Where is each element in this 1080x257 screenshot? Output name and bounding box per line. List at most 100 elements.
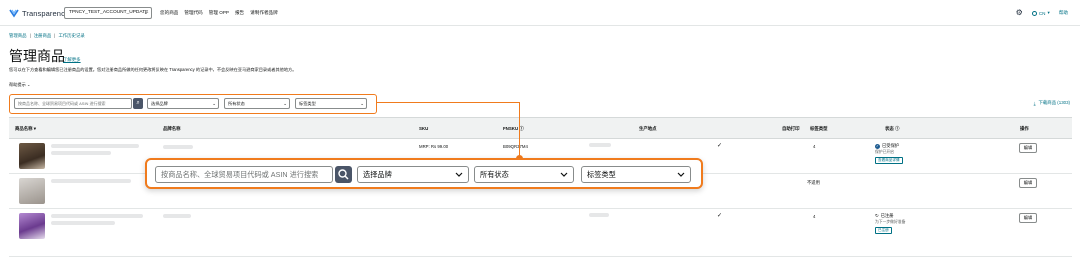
top-nav: 您的商品 管理代码 管理 OPP 报告 请制作者品牌 bbox=[160, 10, 278, 16]
status-select[interactable]: 所有状态 ⌄ bbox=[224, 98, 290, 109]
product-image[interactable] bbox=[19, 143, 45, 169]
location-redacted bbox=[589, 213, 609, 217]
column-status: 状态 ⓘ bbox=[885, 126, 899, 132]
self-print-check: ✓ bbox=[717, 143, 723, 149]
search-button[interactable] bbox=[335, 166, 352, 183]
brand-redacted bbox=[163, 214, 191, 218]
label-type-select-value: 标签类型 bbox=[587, 170, 616, 179]
transparency-logo-icon bbox=[9, 9, 19, 18]
column-label-type: 标签类型 bbox=[810, 126, 828, 131]
chevron-down-icon: ▾ bbox=[1047, 10, 1050, 15]
nav-manage-codes[interactable]: 管理代码 bbox=[184, 10, 202, 16]
nav-brand-request[interactable]: 请制作者品牌 bbox=[250, 10, 278, 16]
search-icon bbox=[338, 169, 349, 180]
column-sku: SKU bbox=[419, 126, 429, 131]
top-right-tools: ⚙ CN ▾ 帮助 bbox=[1016, 9, 1068, 17]
search-input[interactable]: 按商品名称、全球贸易项目代码或 ASIN 进行搜索 bbox=[155, 166, 333, 183]
brand-select-value: 选择品牌 bbox=[151, 101, 168, 106]
search-icon: ⌕ bbox=[136, 100, 140, 106]
chevron-down-icon bbox=[560, 172, 568, 177]
label-type-select[interactable]: 标签类型 ⌄ bbox=[295, 98, 367, 109]
status-select-value: 所有状态 bbox=[480, 170, 509, 179]
edit-button[interactable]: 编辑 bbox=[1019, 143, 1037, 153]
column-action: 操作 bbox=[1020, 126, 1029, 131]
product-name-redacted bbox=[51, 144, 139, 148]
product-name-redacted bbox=[51, 179, 131, 183]
logo-text: Transparency bbox=[22, 8, 69, 18]
status-select[interactable]: 所有状态 bbox=[474, 166, 574, 183]
chevron-down-icon: ⌄ bbox=[26, 82, 31, 87]
info-icon[interactable]: ⓘ bbox=[895, 126, 899, 131]
label-type-value: 4 bbox=[813, 214, 816, 219]
edit-button[interactable]: 编辑 bbox=[1019, 178, 1037, 188]
table-row: ✓ 4 ↻ 已注册 为下一步做好准备 已注册 编辑 bbox=[9, 209, 1072, 257]
status-title: 已受保护 bbox=[882, 143, 900, 148]
chevron-down-icon: ⌄ bbox=[360, 101, 364, 106]
search-button[interactable]: ⌕ bbox=[133, 98, 143, 109]
breadcrumb: 管理商品 | 注册商品 | 工作历史记录 bbox=[9, 33, 85, 39]
column-production-location: 生产地点 bbox=[639, 126, 657, 131]
account-select-value: TPNCY_TEST_ACCOUNT_UPDATE bbox=[69, 10, 149, 15]
callout-connector bbox=[377, 102, 520, 103]
filter-bar-zoomed: 按商品名称、全球贸易项目代码或 ASIN 进行搜索 选择品牌 所有状态 标签类型 bbox=[145, 158, 703, 189]
gear-icon[interactable]: ⚙ bbox=[1016, 9, 1023, 17]
table-header: 商品名称 ▾ 品牌名称 SKU FNSKU ⓘ 生产地点 自助打印 标签类型 状… bbox=[9, 117, 1072, 139]
transparency-logo[interactable]: Transparency bbox=[9, 7, 69, 19]
download-label: 下载商品 (1303) bbox=[1038, 100, 1070, 105]
status-subtitle: 保护已开启 bbox=[875, 150, 894, 154]
product-image[interactable] bbox=[19, 213, 45, 239]
status-cell: ✓ 已受保护 保护已开启 查看商品详情 bbox=[875, 143, 903, 164]
status-title: 已注册 bbox=[880, 213, 894, 218]
breadcrumb-manage-products[interactable]: 管理商品 bbox=[9, 33, 27, 39]
language-label: CN bbox=[1038, 10, 1046, 16]
column-product-name-label: 商品名称 bbox=[15, 126, 33, 131]
breadcrumb-separator: | bbox=[54, 33, 56, 38]
brand-redacted bbox=[163, 145, 193, 149]
chevron-down-icon: ⌄ bbox=[283, 101, 287, 106]
status-tag[interactable]: 查看商品详情 bbox=[875, 157, 903, 164]
label-type-select-value: 标签类型 bbox=[299, 101, 316, 106]
learn-more-link[interactable]: 了解更多 bbox=[63, 57, 81, 63]
chevron-down-icon bbox=[455, 172, 463, 177]
account-select[interactable]: TPNCY_TEST_ACCOUNT_UPDATE ⌄ bbox=[64, 7, 152, 19]
help-link[interactable]: 帮助 bbox=[1059, 10, 1068, 16]
top-bar: Transparency TPNCY_TEST_ACCOUNT_UPDATE ⌄… bbox=[0, 0, 1080, 26]
chevron-down-icon bbox=[677, 172, 685, 177]
column-fnsku: FNSKU ⓘ bbox=[503, 126, 524, 132]
download-products-link[interactable]: ⤓ 下载商品 (1303) bbox=[1034, 100, 1070, 106]
breadcrumb-job-history[interactable]: 工作历史记录 bbox=[58, 33, 84, 39]
column-fnsku-label: FNSKU bbox=[503, 126, 519, 131]
shield-check-icon: ✓ bbox=[875, 143, 880, 149]
product-id-redacted bbox=[51, 151, 111, 155]
filter-bar: 按商品名称、全球贸易项目代码或 ASIN 进行搜索 ⌕ 选择品牌 ⌄ 所有状态 ⌄ … bbox=[9, 94, 377, 114]
edit-button[interactable]: 编辑 bbox=[1019, 213, 1037, 223]
label-type-value: 不适用 bbox=[807, 180, 820, 185]
column-self-print: 自助打印 bbox=[782, 126, 800, 131]
status-tag[interactable]: 已注册 bbox=[875, 227, 892, 234]
brand-select[interactable]: 选择品牌 ⌄ bbox=[147, 98, 219, 109]
brand-select[interactable]: 选择品牌 bbox=[357, 166, 469, 183]
search-input[interactable]: 按商品名称、全球贸易项目代码或 ASIN 进行搜索 bbox=[14, 98, 132, 109]
help-tips-toggle[interactable]: 帮助提示 ⌄ bbox=[9, 82, 30, 88]
nav-your-products[interactable]: 您的商品 bbox=[160, 10, 178, 16]
breadcrumb-register-products[interactable]: 注册商品 bbox=[34, 33, 52, 39]
chevron-down-icon: ⌄ bbox=[143, 10, 148, 16]
callout-connector bbox=[519, 102, 520, 158]
fnsku-value: B09QR37M4 bbox=[503, 144, 528, 149]
refresh-icon: ↻ bbox=[875, 213, 879, 218]
sku-value: MRP: Rs 99.00 bbox=[419, 144, 449, 149]
info-icon[interactable]: ⓘ bbox=[519, 126, 523, 131]
brand-select-value: 选择品牌 bbox=[363, 170, 392, 179]
chevron-down-icon: ⌄ bbox=[212, 101, 216, 106]
product-name-redacted bbox=[51, 214, 143, 218]
download-icon: ⤓ bbox=[1033, 100, 1036, 106]
globe-icon bbox=[1031, 10, 1037, 16]
label-type-value: 4 bbox=[813, 144, 816, 149]
page-title: 管理商品 bbox=[9, 48, 65, 64]
nav-reports[interactable]: 报告 bbox=[235, 10, 244, 16]
nav-manage-opp[interactable]: 管理 OPP bbox=[209, 10, 229, 16]
column-product-name[interactable]: 商品名称 ▾ bbox=[15, 126, 36, 132]
language-selector[interactable]: CN ▾ bbox=[1031, 10, 1050, 16]
label-type-select[interactable]: 标签类型 bbox=[581, 166, 691, 183]
product-image[interactable] bbox=[19, 178, 45, 204]
